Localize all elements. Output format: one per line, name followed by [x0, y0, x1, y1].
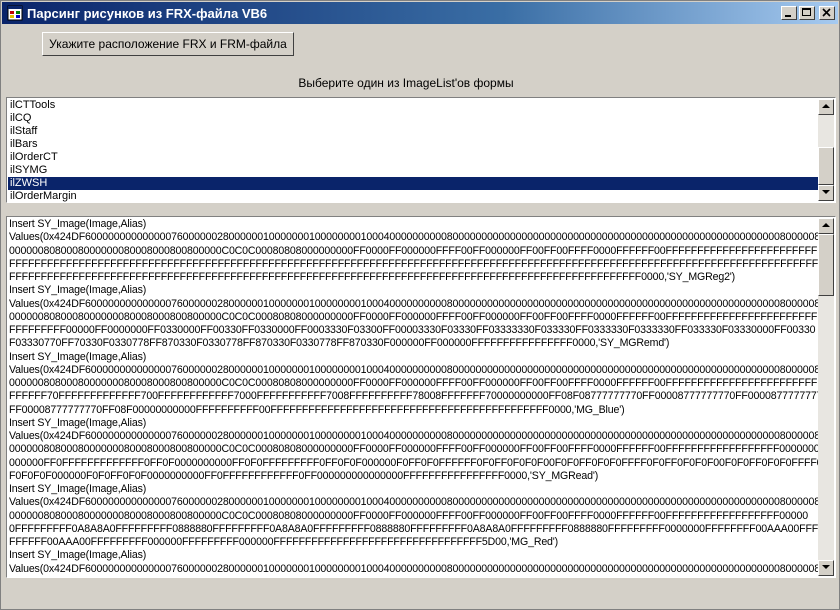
imagelist-item[interactable]: ilCQ: [8, 112, 818, 125]
imagelist-item[interactable]: ilOrderCT: [8, 151, 818, 164]
imagelist-caption: Выберите один из ImageList'ов формы: [298, 76, 514, 90]
main-window: Парсинг рисунков из FRX-файла VB6 Укажит…: [0, 0, 840, 610]
list-scrollbar[interactable]: [818, 99, 834, 201]
sql-output-line: Insert SY_Image(Image,Alias): [9, 483, 147, 495]
sql-output-line: FFFFFFFFF00000FF0000000FF0330000FF00330F…: [9, 324, 816, 336]
sql-output-line: 0000008080008000000080008000800800000C0C…: [9, 310, 818, 323]
imagelist-item[interactable]: ilStaff: [8, 125, 818, 138]
sql-output-lines: Insert SY_Image(Image,Alias) Values(0x424…: [9, 218, 819, 576]
maximize-button[interactable]: [799, 6, 815, 20]
sql-output-line: 0000008080008000000080008000800800000C0C…: [9, 244, 818, 257]
arrow-up-icon: [822, 223, 830, 227]
sql-output-line: FFFFFF00AAA00FFFFFFFFF000000FFFFFFFFF000…: [9, 536, 559, 548]
sql-output-line: Values(0x424DF60000000000000076000000280…: [9, 297, 819, 310]
sql-output-line: FFFFFFFFFFFFFFFFFFFFFFFFFFFFFFFFFFFFFFFF…: [9, 257, 819, 270]
arrow-down-icon: [822, 565, 830, 569]
arrow-down-icon: [822, 190, 830, 194]
sql-output-line: 0FFFFFFFFF0A8A8A0FFFFFFFFF0888880FFFFFFF…: [9, 522, 819, 535]
window-title: Парсинг рисунков из FRX-файла VB6: [27, 6, 268, 21]
scroll-up-button[interactable]: [818, 218, 834, 234]
title-bar[interactable]: Парсинг рисунков из FRX-файла VB6: [2, 2, 838, 24]
sql-output-line: Values(0x424DF60000000000000076000000280…: [9, 363, 819, 376]
imagelist-item[interactable]: ilCTTools: [8, 99, 818, 112]
minimize-icon: [785, 15, 791, 17]
app-icon: [7, 5, 23, 21]
imagelist-items: ilCTTools ilCQ ilStaff ilBars ilOrderCT ilSYM…: [8, 99, 818, 202]
scroll-down-button[interactable]: [818, 560, 834, 576]
close-icon: [822, 8, 831, 17]
locate-frx-button[interactable]: Укажите расположение FRX и FRM-файла: [42, 32, 294, 56]
sql-output-line: Values(0x424DF60000000000000076000000280…: [9, 562, 819, 575]
sql-output-line: 0000008080008000000080008000800800000C0C…: [9, 509, 809, 522]
output-scrollbar[interactable]: [818, 218, 834, 576]
sql-output-line: FFFFFFFFFFFFFFFFFFFFFFFFFFFFFFFFFFFFFFFF…: [9, 271, 736, 283]
sql-output-line: Values(0x424DF60000000000000076000000280…: [9, 231, 819, 244]
scroll-down-button[interactable]: [818, 185, 834, 201]
sql-output-line: FF00008777777770FF08F00000000000FFFFFFFF…: [9, 403, 625, 416]
sql-output-line: 0000008080008000000080008000800800000C0C…: [9, 443, 819, 456]
sql-output-line: Values(0x424DF60000000000000076000000280…: [9, 430, 819, 442]
maximize-icon: [802, 8, 811, 16]
sql-output-line: F03330770FF70330F0330778FF870330F0330778…: [9, 337, 670, 350]
sql-output-line: Insert SY_Image(Image,Alias): [9, 416, 147, 429]
sql-output-line: 0000008080008000000080008000800800000C0C…: [9, 377, 818, 389]
arrow-up-icon: [822, 104, 830, 108]
imagelist-item[interactable]: ilZWSH: [8, 177, 818, 190]
sql-output-line: Insert SY_Image(Image,Alias): [9, 218, 147, 230]
sql-output-line: F0F0F0F000000F0F0FF0F0F0000000000FF0FFFF…: [9, 469, 599, 482]
sql-output-line: Values(0x424DF60000000000000076000000280…: [9, 496, 819, 509]
output-scroll-thumb[interactable]: [818, 234, 834, 296]
sql-output-line: Insert SY_Image(Image,Alias): [9, 549, 147, 562]
sql-output-line: FFFFFF70FFFFFFFFFFFFF700FFFFFFFFFFFF7000…: [9, 390, 819, 403]
sql-output-line: 000000FF0FFFFFFFFFFFFF0FF0F0000000000FF0…: [9, 456, 819, 469]
sql-output-line: Insert SY_Image(Image,Alias): [9, 284, 147, 297]
imagelist-item[interactable]: ilOrderMargin: [8, 190, 818, 202]
imagelist-item[interactable]: ilBars: [8, 138, 818, 151]
sql-output-line: Insert SY_Image(Image,Alias): [9, 350, 147, 363]
imagelist-item[interactable]: ilSYMG: [8, 164, 818, 177]
sql-output-textbox[interactable]: Insert SY_Image(Image,Alias) Values(0x424…: [6, 216, 836, 578]
close-button[interactable]: [819, 6, 835, 20]
minimize-button[interactable]: [781, 6, 797, 20]
imagelist-listbox[interactable]: ilCTTools ilCQ ilStaff ilBars ilOrderCT ilSYM…: [6, 97, 836, 203]
scroll-up-button[interactable]: [818, 99, 834, 115]
list-scroll-thumb[interactable]: [818, 147, 834, 185]
